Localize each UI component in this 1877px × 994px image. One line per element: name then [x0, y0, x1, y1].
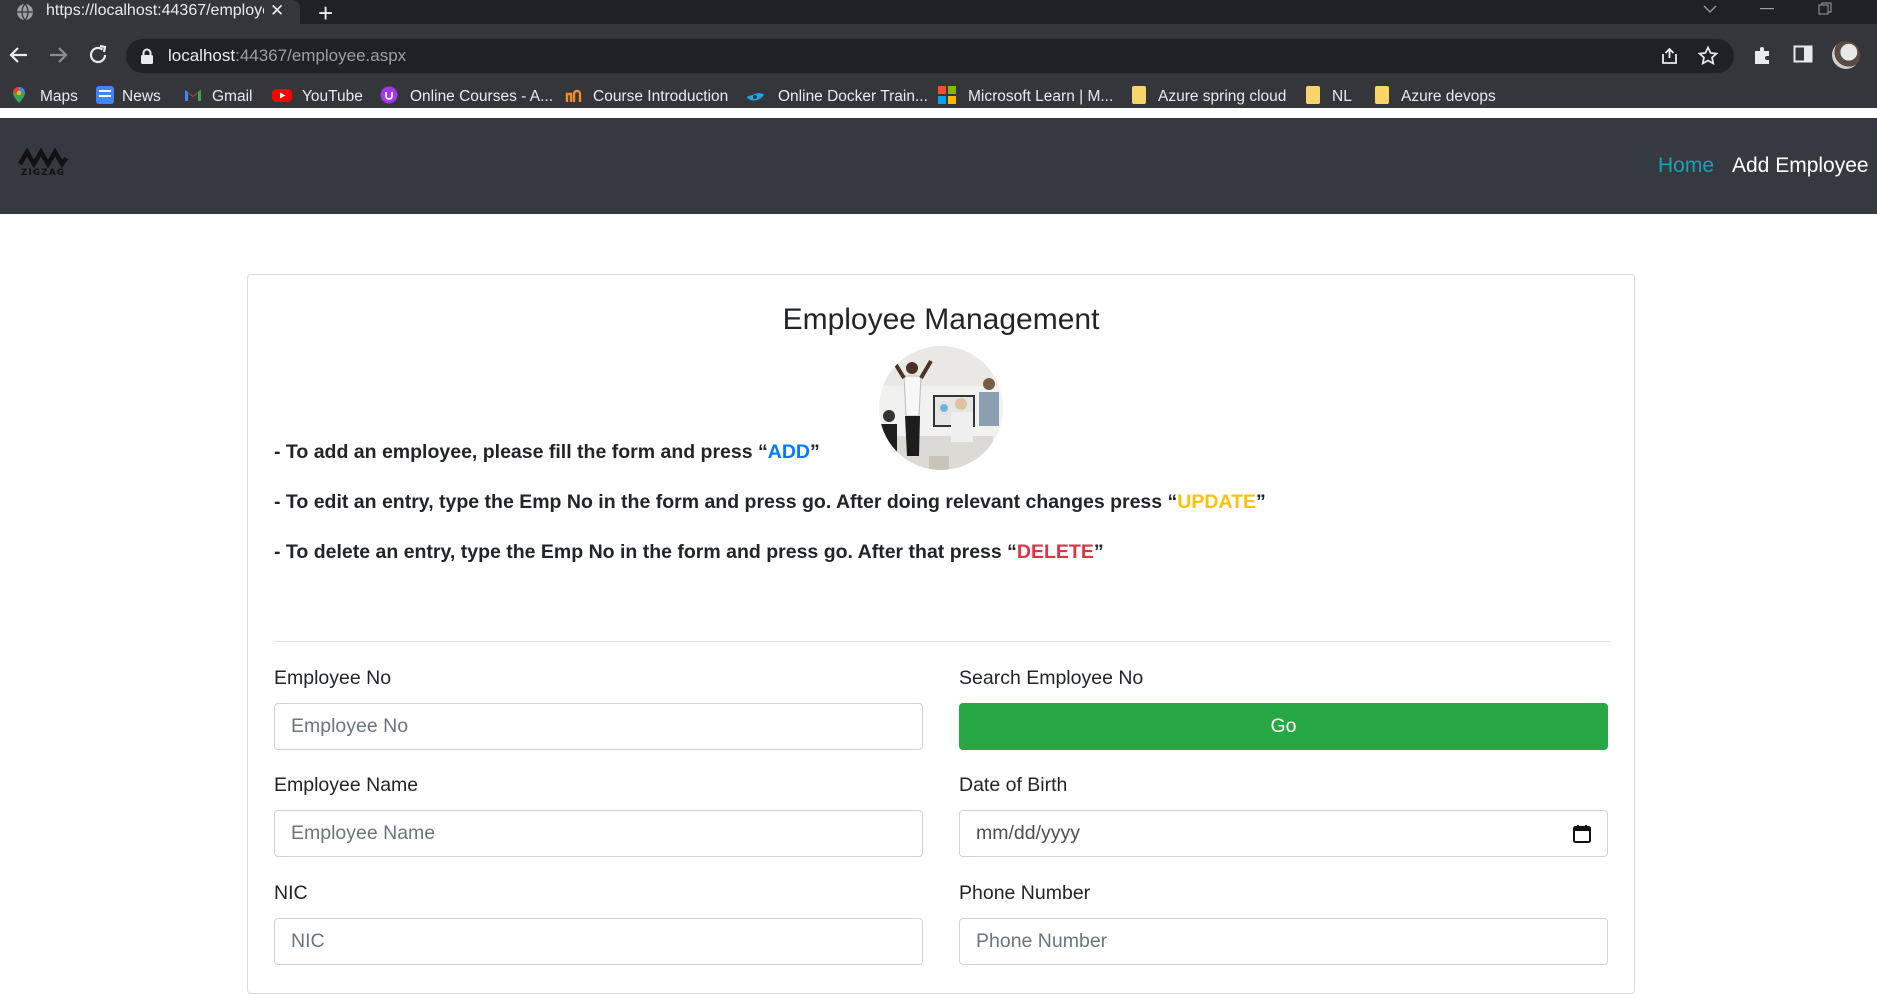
employee-no-input[interactable] [274, 703, 923, 750]
employee-card: Employee Management - To add an employee… [247, 274, 1635, 994]
forward-arrow-icon[interactable] [47, 44, 69, 66]
url-path: :44367/employee.aspx [235, 46, 407, 65]
bookmark-label: Online Docker Train... [778, 88, 928, 105]
bookmark-azure-devops[interactable]: Azure devops [1375, 86, 1496, 106]
office-team-image [879, 346, 1003, 470]
maps-icon [13, 87, 25, 103]
url-host: localhost [168, 46, 236, 65]
bookmark-label: Azure devops [1401, 88, 1496, 105]
udemy-icon [380, 86, 398, 104]
bookmark-label: Online Courses - A... [410, 88, 554, 105]
bookmark-label: News [122, 88, 161, 105]
bookmark-course-introduction[interactable]: Course Introduction [565, 86, 728, 106]
phone-number-input[interactable] [959, 918, 1608, 965]
bookmark-azure-spring-cloud[interactable]: Azure spring cloud [1132, 86, 1286, 106]
bookmark-maps[interactable]: Maps [10, 86, 78, 106]
bookmark-label: Maps [40, 88, 78, 105]
folder-icon [1132, 86, 1146, 104]
bookmarks-bar: Maps News Gmail YouTube Online Courses -… [0, 80, 1877, 110]
side-panel-icon[interactable] [1793, 44, 1813, 64]
share-icon[interactable] [1660, 47, 1680, 65]
nic-label: NIC [274, 882, 308, 904]
phone-number-label: Phone Number [959, 882, 1091, 904]
bookmark-label: Microsoft Learn | M... [968, 88, 1114, 105]
date-of-birth-label: Date of Birth [959, 774, 1068, 796]
microsoft-icon [938, 86, 956, 104]
docker-icon [747, 93, 764, 101]
profile-avatar[interactable] [1832, 41, 1860, 69]
url-text[interactable]: localhost:44367/employee.aspx [168, 39, 406, 73]
bookmark-label: Azure spring cloud [1158, 88, 1287, 105]
tab-title: https://localhost:44367/employee.aspx [46, 2, 264, 19]
bookmark-label: NL [1332, 88, 1352, 105]
address-bar[interactable]: localhost:44367/employee.aspx [126, 39, 1734, 73]
site-navbar: ZIGZAG Home Add Employee [0, 118, 1877, 214]
keyword-update: UPDATE [1177, 491, 1257, 513]
instruction-delete: - To delete an entry, type the Emp No in… [274, 541, 1104, 564]
nic-input[interactable] [274, 918, 923, 965]
bookmark-online-courses[interactable]: Online Courses - A... [380, 86, 553, 106]
bookmark-label: Course Introduction [593, 88, 729, 105]
instruction-text: - To add an employee, please fill the fo… [274, 441, 768, 463]
search-employee-no-label: Search Employee No [959, 667, 1144, 689]
browser-tabstrip: https://localhost:44367/employee.aspx ✕ … [0, 0, 1877, 28]
lock-icon[interactable] [140, 48, 154, 64]
bookmark-microsoft-learn[interactable]: Microsoft Learn | M... [938, 86, 1113, 106]
youtube-icon [272, 89, 292, 102]
keyword-add: ADD [767, 441, 811, 463]
nav-home-link[interactable]: Home [1658, 154, 1714, 178]
bookmark-youtube[interactable]: YouTube [272, 86, 363, 106]
date-placeholder: mm/dd/yyyy [976, 822, 1081, 844]
restore-icon[interactable] [1818, 2, 1832, 16]
instruction-quote: ” [1093, 541, 1104, 563]
bookmark-star-icon[interactable] [1698, 46, 1718, 66]
instruction-add: - To add an employee, please fill the fo… [274, 441, 820, 464]
instruction-quote: ” [1256, 491, 1266, 513]
close-icon[interactable]: ✕ [270, 0, 284, 22]
office-team-illustration [879, 346, 1003, 470]
page-title: Employee Management [782, 303, 1100, 336]
reload-icon[interactable] [87, 44, 109, 66]
bookmark-label: YouTube [302, 88, 363, 105]
employee-no-label: Employee No [274, 667, 392, 689]
instruction-text: - To edit an entry, type the Emp No in t… [274, 491, 1178, 513]
minimize-icon[interactable] [1760, 8, 1774, 10]
folder-icon [1306, 86, 1320, 104]
chevron-down-icon[interactable] [1703, 4, 1717, 14]
zigzag-logo-icon [18, 148, 68, 168]
bookmark-docker[interactable]: Online Docker Train... [746, 86, 928, 106]
employee-name-label: Employee Name [274, 774, 419, 796]
back-arrow-icon[interactable] [8, 44, 30, 66]
browser-tab[interactable]: https://localhost:44367/employee.aspx ✕ [0, 0, 300, 24]
instruction-text: - To delete an entry, type the Emp No in… [274, 541, 1017, 563]
nav-add-employee-link[interactable]: Add Employee [1732, 154, 1869, 178]
gmail-icon [185, 90, 201, 101]
extensions-icon[interactable] [1752, 44, 1774, 66]
keyword-delete: DELETE [1016, 541, 1094, 563]
logo-text: ZIGZAG [20, 168, 66, 178]
bookmark-label: Gmail [212, 88, 253, 105]
employee-name-input[interactable] [274, 810, 923, 857]
folder-icon [1375, 86, 1389, 104]
news-icon [96, 86, 114, 104]
calendar-icon[interactable] [1573, 824, 1591, 843]
instruction-quote: ” [810, 441, 820, 463]
bookmark-gmail[interactable]: Gmail [184, 86, 252, 106]
instruction-edit: - To edit an entry, type the Emp No in t… [274, 491, 1266, 514]
bookmark-nl[interactable]: NL [1306, 86, 1352, 106]
go-button[interactable]: Go [959, 703, 1608, 750]
course-icon [565, 89, 582, 102]
zigzag-logo[interactable]: ZIGZAG [18, 148, 68, 184]
bookmark-news[interactable]: News [96, 86, 161, 106]
section-divider [274, 641, 1610, 642]
globe-icon [17, 3, 33, 21]
date-of-birth-input[interactable]: mm/dd/yyyy [959, 810, 1608, 857]
